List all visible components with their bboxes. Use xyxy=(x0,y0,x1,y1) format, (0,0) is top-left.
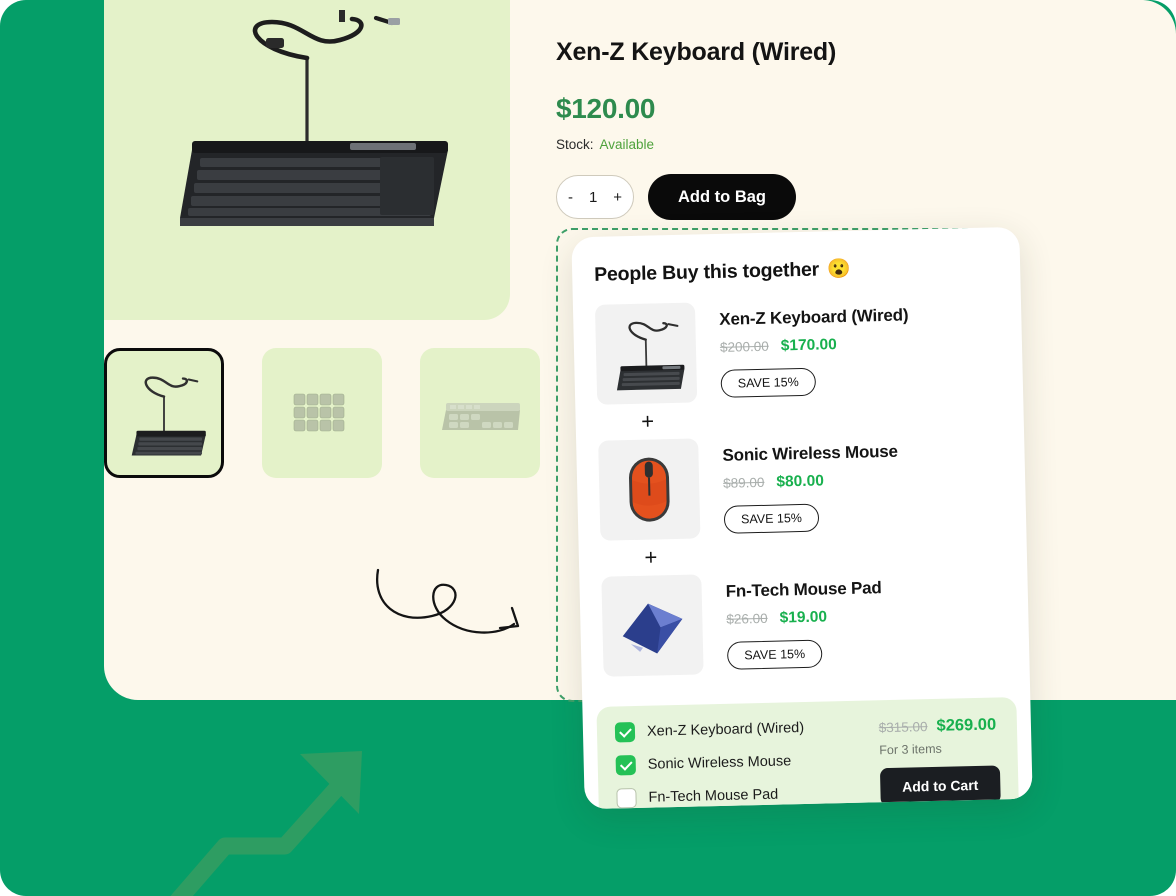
bundle-item-new-price: $80.00 xyxy=(776,472,825,491)
keyboard-keys-closeup-icon xyxy=(293,393,345,432)
mouse-icon xyxy=(629,457,670,522)
selection-label: Xen-Z Keyboard (Wired) xyxy=(646,720,805,740)
stock-label: Stock: xyxy=(556,137,594,152)
bundle-summary: Xen-Z Keyboard (Wired) Sonic Wireless Mo… xyxy=(596,697,1020,810)
quantity-stepper[interactable]: - 1 + xyxy=(556,175,634,219)
keyboard-icon xyxy=(616,321,685,391)
bundle-item-prices: $26.00 $19.00 xyxy=(726,607,882,629)
thumbnail-keyboard-keys-closeup[interactable] xyxy=(262,348,382,478)
doodle-arrow xyxy=(375,568,520,634)
mouse-product-image[interactable] xyxy=(598,438,701,541)
keyboard-angle-view-icon xyxy=(442,403,520,430)
plus-separator: + xyxy=(640,408,655,434)
bundle-total: $315.00 $269.00 For 3 items Add to Cart xyxy=(878,713,1001,807)
keyboard-product-image[interactable] xyxy=(594,302,698,405)
bundle-title: People Buy this together 😮 xyxy=(594,253,998,287)
surprised-face-icon: 😮 xyxy=(826,258,851,281)
bundle-item-name: Xen-Z Keyboard (Wired) xyxy=(719,305,909,329)
bundle-item-new-price: $170.00 xyxy=(780,336,837,355)
items-count-note: For 3 items xyxy=(879,741,942,758)
quantity-increment-button[interactable]: + xyxy=(613,190,622,205)
keyboard-full-view-icon xyxy=(131,376,206,456)
purchase-controls: - 1 + Add to Bag xyxy=(556,174,1026,220)
product-gallery xyxy=(104,0,540,478)
list-item[interactable]: Xen-Z Keyboard (Wired) xyxy=(614,718,805,743)
bundle-item-name: Fn-Tech Mouse Pad xyxy=(725,578,882,601)
quantity-value: 1 xyxy=(588,188,598,206)
total-old-price: $315.00 xyxy=(878,719,928,736)
page-root: Xen-Z Keyboard (Wired) $120.00 Stock: Ava… xyxy=(0,0,1176,896)
bundle-item-save-badge[interactable]: SAVE 15% xyxy=(723,503,820,534)
total-new-price: $269.00 xyxy=(936,715,997,735)
checkbox-keyboard[interactable] xyxy=(614,721,636,743)
bundle-item-list: Xen-Z Keyboard (Wired) $200.00 $170.00 S… xyxy=(594,295,1008,677)
thumbnail-keyboard-angle-view[interactable] xyxy=(420,348,540,478)
bundle-item-save-badge[interactable]: SAVE 15% xyxy=(720,367,817,398)
list-item[interactable]: Sonic Wireless Mouse xyxy=(615,751,806,776)
plus-separator: + xyxy=(644,544,658,570)
bundle-selection-list: Xen-Z Keyboard (Wired) Sonic Wireless Mo… xyxy=(614,718,806,809)
selection-label: Fn-Tech Mouse Pad xyxy=(648,786,779,806)
bundle-item-new-price: $19.00 xyxy=(779,608,828,627)
status-badge: Available xyxy=(599,137,655,152)
keyboard-illustration xyxy=(180,10,448,226)
quantity-decrement-button[interactable]: - xyxy=(568,190,573,205)
bundle-item-mouse: Sonic Wireless Mouse $89.00 $80.00 SAVE … xyxy=(598,431,1004,541)
bundle-item-name: Sonic Wireless Mouse xyxy=(722,441,899,465)
thumbnail-strip xyxy=(104,348,540,478)
total-price-row: $315.00 $269.00 xyxy=(879,715,1000,737)
bundle-item-old-price: $89.00 xyxy=(722,474,765,491)
bundle-title-text: People Buy this together xyxy=(593,258,820,286)
product-hero-image[interactable] xyxy=(104,0,510,320)
thumbnail-keyboard-full-view[interactable] xyxy=(104,348,224,478)
bundle-item-old-price: $200.00 xyxy=(719,338,769,355)
bundle-item-prices: $89.00 $80.00 xyxy=(723,471,899,493)
mousepad-icon xyxy=(622,603,683,654)
bundle-item-save-badge[interactable]: SAVE 15% xyxy=(726,639,823,670)
add-to-bag-button[interactable]: Add to Bag xyxy=(648,174,796,220)
bundle-item-old-price: $26.00 xyxy=(726,610,768,627)
checkbox-mouse[interactable] xyxy=(615,754,637,776)
selection-label: Sonic Wireless Mouse xyxy=(647,753,792,773)
growth-arrow-decoration xyxy=(170,751,362,896)
checkbox-mousepad[interactable] xyxy=(616,787,637,809)
product-detail: Xen-Z Keyboard (Wired) $120.00 Stock: Ava… xyxy=(556,38,1026,220)
stock-row: Stock: Available xyxy=(556,137,1026,152)
add-to-cart-button[interactable]: Add to Cart xyxy=(879,765,1001,807)
product-price: $120.00 xyxy=(556,93,656,124)
mousepad-product-image[interactable] xyxy=(601,574,704,677)
bundle-card: People Buy this together 😮 Xen-Z Keyboar… xyxy=(571,226,1033,810)
bundle-item-keyboard: Xen-Z Keyboard (Wired) $200.00 $170.00 S… xyxy=(594,295,1001,405)
list-item[interactable]: Fn-Tech Mouse Pad xyxy=(616,784,806,809)
bundle-item-mousepad: Fn-Tech Mouse Pad $26.00 $19.00 SAVE 15% xyxy=(601,567,1007,677)
page-title: Xen-Z Keyboard (Wired) xyxy=(556,38,837,66)
bundle-item-prices: $200.00 $170.00 xyxy=(720,334,909,356)
